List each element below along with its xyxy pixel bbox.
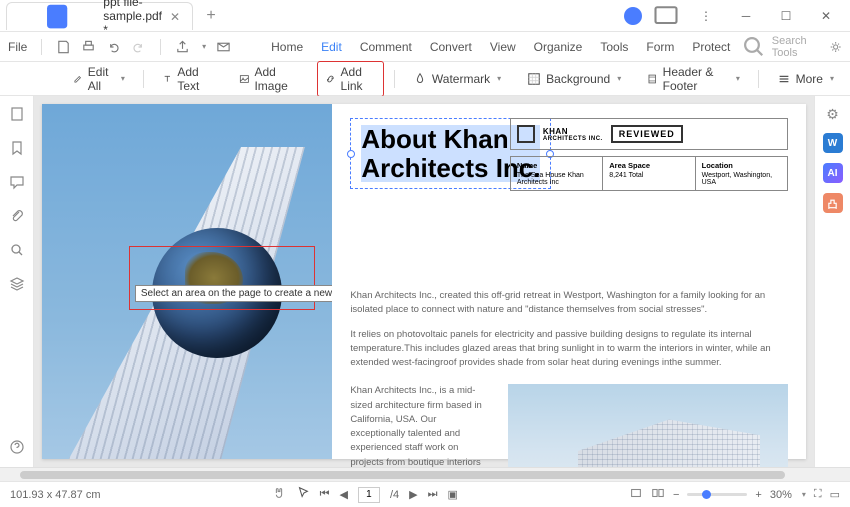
text-icon [162, 72, 173, 86]
menu-dots-icon[interactable]: ⋮ [690, 2, 722, 30]
new-tab-button[interactable]: + [199, 4, 223, 28]
building-image [508, 384, 788, 467]
menubar: File ▾ Home Edit Comment Convert View Or… [0, 32, 850, 62]
tab-form[interactable]: Form [646, 40, 674, 54]
tab-protect[interactable]: Protect [692, 40, 730, 54]
header-footer-button[interactable]: Header & Footer▾ [639, 61, 748, 97]
edit-all-button[interactable]: Edit All▾ [65, 61, 133, 97]
zoom-value: 30% [770, 489, 792, 501]
tab-tools[interactable]: Tools [600, 40, 628, 54]
page-number-input[interactable] [358, 487, 380, 503]
workspace: Select an area on the page to create a n… [0, 96, 850, 467]
more-button[interactable]: More▾ [769, 68, 842, 90]
page-hero-image: Select an area on the page to create a n… [42, 104, 332, 459]
share-dropdown-icon[interactable]: ▾ [202, 42, 206, 51]
ocr-icon[interactable]: 凸 [823, 193, 843, 213]
resize-handle-left[interactable] [347, 150, 355, 158]
tab-comment[interactable]: Comment [360, 40, 412, 54]
add-link-button[interactable]: Add Link [317, 61, 384, 97]
page-jump-icon[interactable]: ▣ [448, 488, 458, 501]
tab-organize[interactable]: Organize [534, 40, 583, 54]
print-icon[interactable] [81, 38, 96, 56]
feedback-icon[interactable] [650, 2, 682, 30]
background-icon [527, 72, 541, 86]
left-sidebar [0, 96, 34, 467]
tab-home[interactable]: Home [271, 40, 303, 54]
fit-width-icon[interactable] [629, 486, 643, 503]
properties-icon[interactable]: ⚙ [826, 106, 839, 123]
save-icon[interactable] [56, 38, 71, 56]
maximize-button[interactable]: ☐ [770, 2, 802, 30]
add-image-button[interactable]: Add Image [231, 61, 307, 97]
add-link-tooltip: Select an area on the page to create a n… [135, 285, 332, 302]
settings-icon[interactable] [829, 39, 842, 55]
watermark-button[interactable]: Watermark▾ [405, 68, 509, 90]
minimize-button[interactable]: ─ [730, 2, 762, 30]
stamp-block: KHAN ARCHITECTS INC. REVIEWED NameThe Se… [510, 118, 788, 191]
horizontal-scrollbar[interactable] [0, 467, 850, 481]
select-tool-icon[interactable] [296, 486, 310, 503]
more-icon [777, 72, 791, 86]
user-avatar[interactable] [624, 7, 642, 25]
edit-toolbar: Edit All▾ Add Text Add Image Add Link Wa… [0, 62, 850, 96]
edit-icon [73, 72, 83, 86]
pdf-page: Select an area on the page to create a n… [42, 104, 806, 459]
search-tools[interactable]: Search Tools [740, 33, 806, 60]
redo-icon[interactable] [131, 38, 146, 56]
header-footer-icon [647, 72, 657, 86]
background-button[interactable]: Background▾ [519, 68, 629, 90]
statusbar: 101.93 x 47.87 cm ⏮ ◀ /4 ▶ ⏭ ▣ − + 30%▾ … [0, 481, 850, 507]
prev-page-icon[interactable]: ◀ [339, 488, 347, 501]
zoom-slider[interactable] [687, 493, 747, 496]
last-page-icon[interactable]: ⏭ [428, 488, 438, 501]
image-icon [239, 72, 250, 86]
tab-convert[interactable]: Convert [430, 40, 472, 54]
hand-tool-icon[interactable] [272, 486, 286, 503]
zoom-in-icon[interactable]: + [755, 489, 761, 501]
bookmarks-icon[interactable] [9, 140, 25, 156]
close-window-button[interactable]: ✕ [810, 2, 842, 30]
comments-icon[interactable] [9, 174, 25, 190]
zoom-out-icon[interactable]: − [673, 489, 679, 501]
word-export-icon[interactable]: W [823, 133, 843, 153]
mail-icon[interactable] [216, 38, 231, 56]
file-menu[interactable]: File [8, 40, 27, 54]
menu-tabs: Home Edit Comment Convert View Organize … [271, 40, 730, 54]
next-page-icon[interactable]: ▶ [409, 488, 417, 501]
canvas[interactable]: Select an area on the page to create a n… [34, 96, 814, 467]
page-total: /4 [390, 489, 399, 501]
ai-assistant-icon[interactable]: AI [823, 163, 843, 183]
link-icon [325, 72, 336, 86]
paragraph-1: Khan Architects Inc., created this off-g… [350, 289, 788, 318]
help-icon[interactable] [9, 439, 25, 455]
logo-icon [517, 125, 535, 143]
fullscreen-icon[interactable]: ⛶ [814, 488, 822, 501]
layers-icon[interactable] [9, 276, 25, 292]
document-tab[interactable]: ppt file-sample.pdf * ✕ [6, 2, 193, 30]
search-icon [740, 33, 767, 60]
pdf-icon [19, 3, 95, 30]
paragraph-3: Khan Architects Inc., is a mid-sized arc… [350, 384, 490, 467]
reviewed-badge: REVIEWED [611, 125, 683, 143]
close-tab-icon[interactable]: ✕ [170, 10, 180, 22]
search-panel-icon[interactable] [9, 242, 25, 258]
read-mode-icon[interactable]: ▭ [830, 488, 840, 501]
right-sidebar: ⚙ W AI 凸 [814, 96, 850, 467]
tab-edit[interactable]: Edit [321, 40, 342, 54]
cursor-coords: 101.93 x 47.87 cm [10, 489, 101, 501]
fit-page-icon[interactable] [651, 486, 665, 503]
tab-view[interactable]: View [490, 40, 516, 54]
add-text-button[interactable]: Add Text [154, 61, 221, 97]
titlebar: ppt file-sample.pdf * ✕ + ⋮ ─ ☐ ✕ [0, 0, 850, 32]
share-icon[interactable] [175, 38, 190, 56]
first-page-icon[interactable]: ⏮ [320, 488, 330, 501]
undo-icon[interactable] [106, 38, 121, 56]
thumbnails-icon[interactable] [9, 106, 25, 122]
attachments-icon[interactable] [9, 208, 25, 224]
watermark-icon [413, 72, 427, 86]
paragraph-2: It relies on photovoltaic panels for ele… [350, 328, 788, 371]
